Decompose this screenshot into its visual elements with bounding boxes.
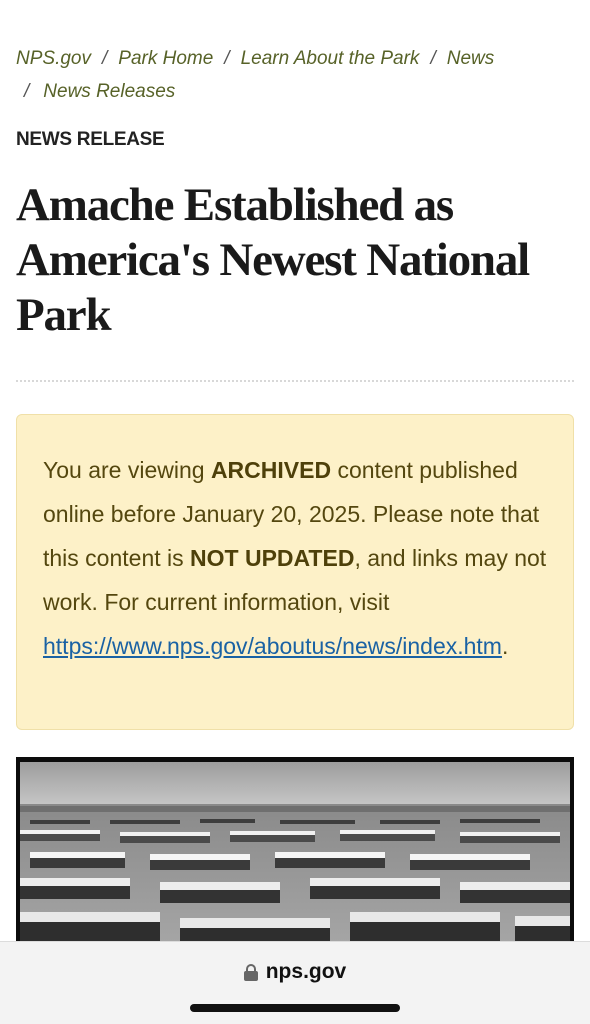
- breadcrumb-news[interactable]: News: [447, 48, 495, 69]
- page: NPS.gov / Park Home / Learn About the Park / N…: [0, 0, 590, 1024]
- breadcrumb-learn-about-the-park[interactable]: Learn About the Park: [241, 48, 420, 69]
- breadcrumb-separator: /: [101, 48, 108, 69]
- divider: [16, 380, 574, 382]
- url-text: nps.gov: [265, 960, 347, 983]
- breadcrumb-park-home[interactable]: Park Home: [118, 48, 213, 69]
- notice-archived-emphasis: ARCHIVED: [210, 457, 332, 483]
- notice-news-link[interactable]: https://www.nps.gov/aboutus/news/index.h…: [43, 633, 502, 659]
- notice-text: .: [501, 633, 509, 659]
- home-indicator[interactable]: [190, 1004, 400, 1012]
- notice-not-updated-emphasis: NOT UPDATED: [190, 545, 355, 571]
- breadcrumb-separator: /: [224, 48, 230, 69]
- historic-photo-icon: [20, 762, 570, 957]
- lock-icon: [243, 963, 258, 981]
- notice-text: You are viewing: [43, 457, 211, 483]
- article-photo[interactable]: [16, 757, 574, 957]
- breadcrumb-nps-gov[interactable]: NPS.gov: [16, 48, 91, 69]
- page-title: Amache Established as America's Newest N…: [16, 179, 530, 341]
- url-display[interactable]: nps.gov: [0, 960, 590, 984]
- breadcrumb-news-releases[interactable]: News Releases: [43, 81, 175, 102]
- browser-address-bar[interactable]: nps.gov: [0, 941, 590, 1024]
- news-release-label: NEWS RELEASE: [16, 129, 165, 150]
- archived-content-notice: You are viewing ARCHIVED content publish…: [16, 414, 574, 730]
- breadcrumb-separator: /: [24, 81, 30, 102]
- breadcrumb-separator: /: [430, 48, 436, 69]
- breadcrumb: NPS.gov / Park Home / Learn About the Park / N…: [16, 42, 576, 108]
